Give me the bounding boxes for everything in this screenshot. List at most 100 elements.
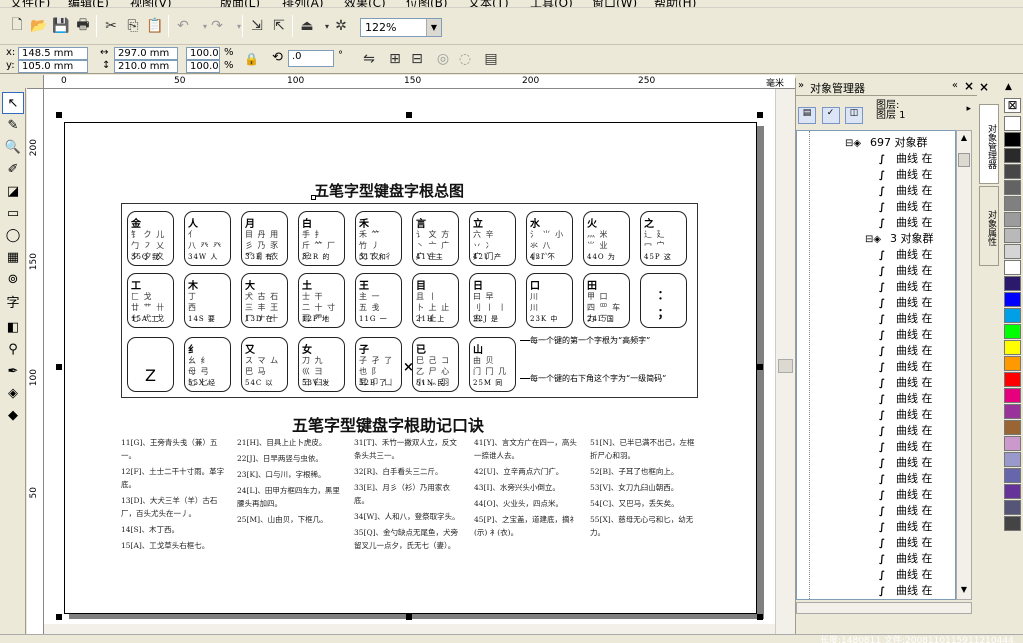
application-launcher-icon[interactable]: ⏏ <box>296 15 318 37</box>
tree-item[interactable]: ∫曲线 在 <box>879 503 933 519</box>
tree-item[interactable]: ∫曲线 在 <box>879 439 933 455</box>
color-swatch[interactable] <box>1004 452 1021 467</box>
menu-tools[interactable]: 工具(O) <box>530 0 573 7</box>
selection-handle[interactable] <box>56 112 62 118</box>
smart-fill-icon[interactable]: ◪ <box>2 180 24 202</box>
menu-window[interactable]: 窗口(W) <box>592 0 637 7</box>
scroll-up-icon[interactable]: ▲ <box>958 133 970 145</box>
tree-item[interactable]: ∫曲线 在 <box>879 583 933 599</box>
color-swatch[interactable] <box>1004 180 1021 195</box>
width-field[interactable]: 297.0 mm <box>114 47 178 60</box>
chevron-right-icon[interactable]: » <box>798 80 804 91</box>
print-icon[interactable]: 🖶 <box>72 15 94 37</box>
color-swatch[interactable] <box>1004 148 1021 163</box>
color-swatch[interactable] <box>1004 468 1021 483</box>
object-tree[interactable]: ⊟◈ 697 对象群 ∫ 曲线 在 ∫ 曲线 在 ∫ 曲线 在 ∫ 曲线 在 ∫ 曲线 在 ⊟◈ 3 对象… <box>796 130 956 600</box>
selection-handle[interactable] <box>757 112 763 118</box>
freehand-tool-icon[interactable]: ✐ <box>2 158 24 180</box>
new-document-icon[interactable]: 🗋 <box>6 15 28 37</box>
mirror-icon[interactable]: ⇋ <box>358 48 380 70</box>
tree-item[interactable]: ∫曲线 在 <box>879 487 933 503</box>
color-swatch[interactable] <box>1004 500 1021 515</box>
canvas-vertical-scrollbar[interactable] <box>775 89 795 634</box>
ruler-corner[interactable] <box>27 75 44 89</box>
chevron-left-icon[interactable]: « <box>952 80 958 91</box>
paste-icon[interactable]: 📋 <box>144 15 166 37</box>
selection-handle[interactable] <box>757 614 763 620</box>
color-swatch[interactable] <box>1004 308 1021 323</box>
fill-tool-icon[interactable]: ◈ <box>2 382 24 404</box>
menu-file[interactable]: 文件(F) <box>10 0 50 7</box>
layer-manager-icon[interactable]: ◫ <box>845 107 863 124</box>
outline-pen-icon[interactable]: ✒ <box>2 360 24 382</box>
chevron-down-icon[interactable]: ▼ <box>426 19 441 36</box>
y-position-field[interactable]: 105.0 mm <box>18 60 88 73</box>
color-swatch[interactable] <box>1004 340 1021 355</box>
selection-handle[interactable] <box>56 614 62 620</box>
show-properties-icon[interactable]: ▤ <box>798 107 816 124</box>
close-icon[interactable]: × <box>979 80 989 94</box>
color-swatch[interactable] <box>1004 372 1021 387</box>
tree-item[interactable]: ∫曲线 在 <box>879 471 933 487</box>
menu-help[interactable]: 帮助(H) <box>654 0 696 7</box>
menu-layout[interactable]: 版面(L) <box>220 0 260 7</box>
corel-online-icon[interactable]: ✲ <box>330 15 352 37</box>
close-icon[interactable]: × <box>964 79 974 93</box>
color-swatch[interactable] <box>1004 436 1021 451</box>
color-swatch[interactable] <box>1004 260 1021 275</box>
tree-scroll-thumb[interactable] <box>958 153 970 167</box>
canvas-horizontal-scrollbar[interactable] <box>44 624 775 634</box>
color-swatch[interactable] <box>1004 356 1021 371</box>
wrap-text-icon[interactable]: ▤ <box>480 48 502 70</box>
tree-item[interactable]: ∫曲线 在 <box>879 567 933 583</box>
tree-item[interactable]: ∫曲线 在 <box>879 247 933 263</box>
zoom-level-select[interactable]: 122% ▼ <box>360 18 442 37</box>
horizontal-ruler[interactable]: 0 50 100 150 200 250 毫米 <box>44 75 795 89</box>
color-swatch[interactable] <box>1004 228 1021 243</box>
tree-item[interactable]: ∫曲线 在 <box>879 263 933 279</box>
copy-icon[interactable]: ⎘ <box>122 15 144 37</box>
color-swatch[interactable] <box>1004 164 1021 179</box>
color-swatch[interactable] <box>1004 132 1021 147</box>
tree-item[interactable]: ∫曲线 在 <box>879 519 933 535</box>
tree-item[interactable]: ∫曲线 在 <box>879 295 933 311</box>
eyedropper-icon[interactable]: ⚲ <box>2 338 24 360</box>
tree-item[interactable]: ∫曲线 在 <box>879 407 933 423</box>
menu-edit[interactable]: 编辑(E) <box>68 0 109 7</box>
polygon-tool-icon[interactable]: ▦ <box>2 246 24 268</box>
group-icon[interactable]: ⊞ <box>384 48 406 70</box>
combine-icon[interactable]: ◎ <box>432 48 454 70</box>
scale-x-field[interactable]: 100.0 <box>186 47 220 60</box>
undo-icon[interactable]: ↶ <box>172 15 194 37</box>
menu-arrange[interactable]: 排列(A) <box>282 0 324 7</box>
text-node-handle[interactable] <box>311 195 316 200</box>
selection-handle[interactable] <box>757 364 763 370</box>
interactive-fill-icon[interactable]: ◆ <box>2 404 24 426</box>
vertical-ruler[interactable]: 200 150 100 50 <box>27 89 44 634</box>
tree-item[interactable]: ∫曲线 在 <box>879 167 933 183</box>
scroll-thumb[interactable] <box>778 359 793 373</box>
pick-tool-icon[interactable]: ↖ <box>2 92 24 114</box>
color-swatch[interactable] <box>1004 404 1021 419</box>
rectangle-tool-icon[interactable]: ▭ <box>2 202 24 224</box>
x-position-field[interactable]: 148.5 mm <box>18 47 88 60</box>
color-swatch[interactable] <box>1004 276 1021 291</box>
cut-icon[interactable]: ✂ <box>100 15 122 37</box>
shape-tool-icon[interactable]: ✎ <box>2 114 24 136</box>
no-color-swatch[interactable]: ⊠ <box>1004 98 1021 113</box>
color-swatch[interactable] <box>1004 484 1021 499</box>
tree-item[interactable]: ∫曲线 在 <box>879 359 933 375</box>
scale-y-field[interactable]: 100.0 <box>186 60 220 73</box>
tree-vertical-scrollbar[interactable]: ▲ ▼ <box>956 130 972 600</box>
scroll-down-icon[interactable]: ▼ <box>958 585 970 597</box>
tree-item[interactable]: ∫曲线 在 <box>879 455 933 471</box>
selection-handle[interactable] <box>406 112 412 118</box>
redo-icon[interactable]: ↷ <box>206 15 228 37</box>
tree-group[interactable]: ⊟◈ 3 对象群 <box>865 231 934 247</box>
color-swatch[interactable] <box>1004 212 1021 227</box>
tree-item[interactable]: ∫曲线 在 <box>879 215 933 231</box>
tree-item[interactable]: ∫曲线 在 <box>879 423 933 439</box>
menu-bitmaps[interactable]: 位图(B) <box>406 0 448 7</box>
tree-item[interactable]: ∫曲线 在 <box>879 599 933 600</box>
tree-item[interactable]: ∫曲线 在 <box>879 199 933 215</box>
